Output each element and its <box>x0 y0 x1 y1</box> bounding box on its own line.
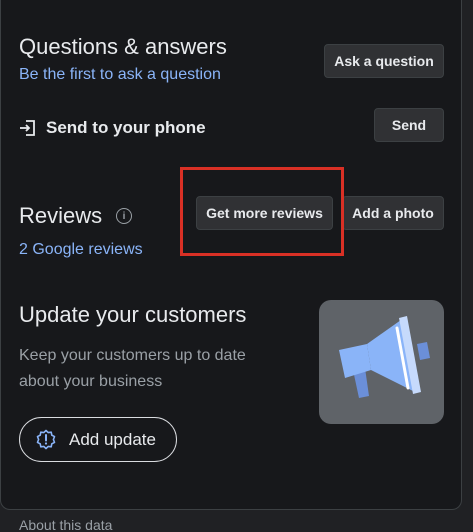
add-photo-button[interactable]: Add a photo <box>342 196 444 230</box>
add-update-icon <box>35 429 57 451</box>
get-more-reviews-button[interactable]: Get more reviews <box>196 196 333 230</box>
megaphone-illustration <box>319 300 444 424</box>
qa-first-question-link[interactable]: Be the first to ask a question <box>19 66 221 84</box>
send-to-phone-icon <box>18 118 38 138</box>
send-to-phone-label: Send to your phone <box>46 118 206 137</box>
qa-title: Questions & answers <box>19 34 227 59</box>
update-title: Update your customers <box>19 302 247 327</box>
add-update-button[interactable]: Add update <box>19 417 177 462</box>
reviews-title: Reviews <box>19 203 103 228</box>
megaphone-icon <box>339 316 430 398</box>
info-icon[interactable]: i <box>116 208 132 224</box>
update-description: Keep your customers up to date about you… <box>19 347 246 390</box>
google-reviews-link[interactable]: 2 Google reviews <box>19 241 143 259</box>
send-button[interactable]: Send <box>374 108 444 142</box>
about-this-data-link[interactable]: About this data <box>19 517 112 532</box>
ask-question-button[interactable]: Ask a question <box>324 44 444 78</box>
add-update-label: Add update <box>69 429 156 449</box>
